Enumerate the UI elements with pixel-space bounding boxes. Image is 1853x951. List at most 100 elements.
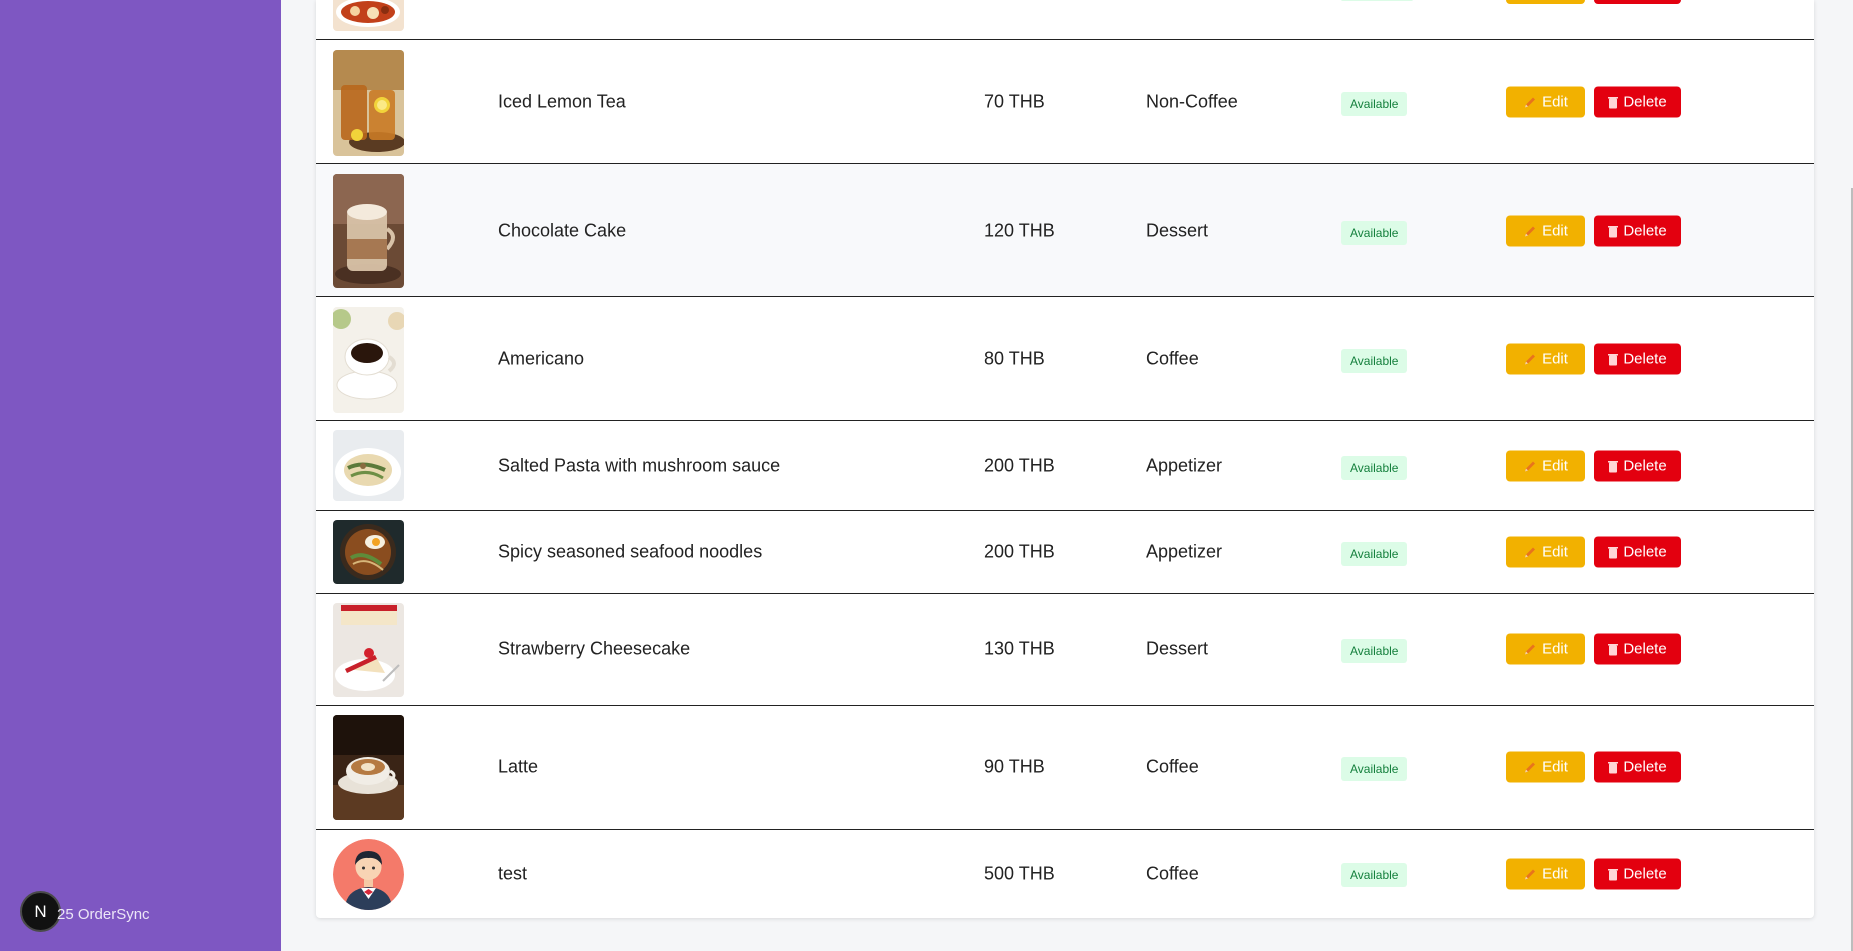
pencil-icon (1523, 545, 1537, 559)
item-name: Spicy seasoned seafood noodles (498, 541, 763, 562)
sidebar (0, 0, 281, 951)
edit-label: Edit (1542, 640, 1568, 658)
status-badge: Available (1341, 542, 1408, 566)
delete-label: Delete (1623, 350, 1667, 368)
item-price: 120 THB (984, 220, 1055, 241)
item-price: 200 THB (984, 541, 1055, 562)
edit-button[interactable] (1506, 0, 1585, 4)
delete-label: Delete (1623, 222, 1667, 240)
table-row: Spicy seasoned seafood noodles 200 THB A… (316, 511, 1814, 594)
status-badge: Available (1341, 456, 1408, 480)
item-category: Appetizer (1146, 455, 1223, 476)
status-badge: Available (1341, 92, 1408, 116)
item-name: Chocolate Cake (498, 220, 627, 241)
delete-label: Delete (1623, 93, 1667, 111)
trash-icon (1608, 460, 1619, 472)
trash-icon (1608, 96, 1619, 108)
delete-button[interactable]: Delete (1594, 633, 1681, 665)
edit-label: Edit (1542, 457, 1568, 475)
item-price: 80 THB (984, 348, 1045, 369)
delete-button[interactable]: Delete (1594, 450, 1681, 482)
status-badge (1341, 0, 1413, 1)
waiter-avatar-image (333, 839, 404, 910)
edit-label: Edit (1542, 758, 1568, 776)
delete-button[interactable]: Delete (1594, 343, 1681, 375)
trash-icon (1608, 353, 1619, 365)
delete-label: Delete (1623, 640, 1667, 658)
table-row: Americano 80 THB Coffee Available Edit D… (316, 297, 1814, 421)
item-name: Latte (498, 756, 539, 777)
status-badge: Available (1341, 639, 1408, 663)
table-row: Iced Lemon Tea 70 THB Non-Coffee Availab… (316, 40, 1814, 164)
pencil-icon (1523, 224, 1537, 238)
edit-button[interactable]: Edit (1506, 536, 1585, 568)
pencil-icon (1523, 95, 1537, 109)
edit-button[interactable]: Edit (1506, 858, 1585, 890)
table-row: Salted Pasta with mushroom sauce 200 THB… (316, 421, 1814, 511)
iced-tea-image (333, 50, 404, 156)
edit-button[interactable]: Edit (1506, 751, 1585, 783)
item-price: 90 THB (984, 756, 1045, 777)
item-category: Coffee (1146, 863, 1199, 884)
table-row: Strawberry Cheesecake 130 THB Dessert Av… (316, 594, 1814, 706)
item-name: test (498, 863, 528, 884)
delete-button[interactable]: Delete (1594, 86, 1681, 118)
item-name: Strawberry Cheesecake (498, 638, 691, 659)
item-price: 200 THB (984, 455, 1055, 476)
status-badge: Available (1341, 863, 1408, 887)
edit-label: Edit (1542, 222, 1568, 240)
pencil-icon (1523, 760, 1537, 774)
edit-label: Edit (1542, 865, 1568, 883)
table-row: Chocolate Cake 120 THB Dessert Available… (316, 164, 1814, 297)
delete-label: Delete (1623, 543, 1667, 561)
delete-button[interactable] (1594, 0, 1681, 4)
delete-button[interactable]: Delete (1594, 215, 1681, 247)
item-name: Americano (498, 348, 585, 369)
sidebar-footer-copyright: 25 OrderSync (57, 906, 150, 923)
noodles-image (333, 520, 404, 584)
nextjs-dev-indicator[interactable]: N (20, 891, 61, 932)
edit-button[interactable]: Edit (1506, 86, 1585, 118)
pencil-icon (1523, 352, 1537, 366)
pencil-icon (1523, 867, 1537, 881)
status-badge: Available (1341, 757, 1408, 781)
delete-button[interactable]: Delete (1594, 751, 1681, 783)
coffee-cup-image (333, 307, 404, 413)
edit-button[interactable]: Edit (1506, 215, 1585, 247)
edit-label: Edit (1542, 543, 1568, 561)
trash-icon (1608, 225, 1619, 237)
table-row (316, 0, 1814, 40)
item-price: 70 THB (984, 91, 1045, 112)
pasta-image (333, 430, 404, 501)
table-row: test 500 THB Coffee Available Edit Delet… (316, 830, 1814, 918)
delete-button[interactable]: Delete (1594, 858, 1681, 890)
edit-button[interactable]: Edit (1506, 343, 1585, 375)
item-category: Non-Coffee (1146, 91, 1238, 112)
item-category: Coffee (1146, 756, 1199, 777)
pencil-icon (1523, 459, 1537, 473)
cheesecake-image (333, 603, 404, 697)
trash-icon (1608, 643, 1619, 655)
item-name: Iced Lemon Tea (498, 91, 626, 112)
item-name: Salted Pasta with mushroom sauce (498, 455, 781, 476)
spicy-dish-image (333, 0, 404, 31)
delete-label: Delete (1623, 865, 1667, 883)
status-badge: Available (1341, 349, 1408, 373)
latte-image (333, 715, 404, 820)
trash-icon (1608, 868, 1619, 880)
edit-label: Edit (1542, 93, 1568, 111)
edit-button[interactable]: Edit (1506, 450, 1585, 482)
delete-button[interactable]: Delete (1594, 536, 1681, 568)
item-category: Appetizer (1146, 541, 1223, 562)
edit-button[interactable]: Edit (1506, 633, 1585, 665)
edit-label: Edit (1542, 350, 1568, 368)
delete-label: Delete (1623, 758, 1667, 776)
item-price: 130 THB (984, 638, 1055, 659)
item-category: Dessert (1146, 220, 1209, 241)
status-badge: Available (1341, 221, 1408, 245)
item-price: 500 THB (984, 863, 1055, 884)
table-row: Latte 90 THB Coffee Available Edit Delet… (316, 706, 1814, 830)
trash-icon (1608, 761, 1619, 773)
pencil-icon (1523, 642, 1537, 656)
item-category: Dessert (1146, 638, 1209, 659)
